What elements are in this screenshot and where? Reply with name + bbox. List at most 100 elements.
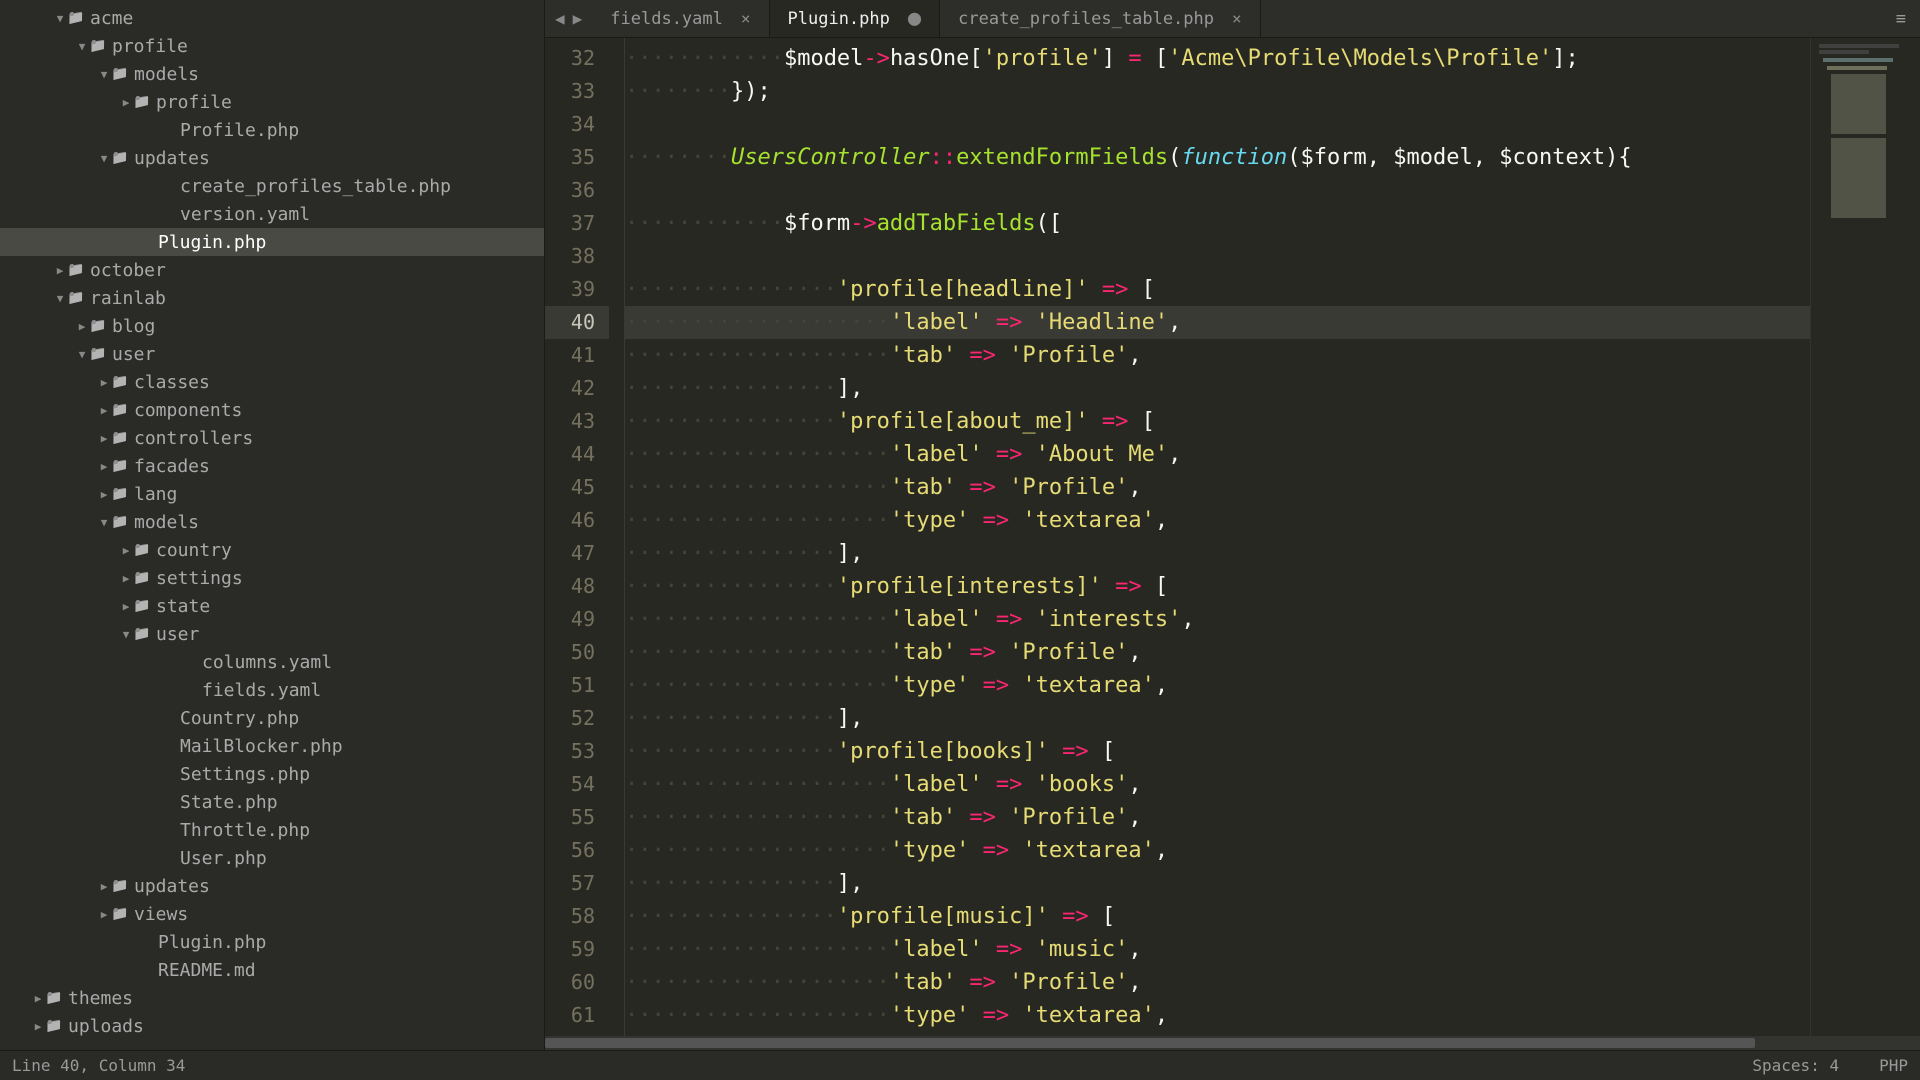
- line-number[interactable]: 45: [545, 471, 609, 504]
- code-line[interactable]: ····················'tab' => 'Profile',: [625, 966, 1810, 999]
- minimap[interactable]: [1810, 38, 1920, 1036]
- nav-back-icon[interactable]: ◀: [555, 9, 565, 28]
- code-line[interactable]: ····················'label' => 'music',: [625, 933, 1810, 966]
- code-line[interactable]: ····················'type' => 'textarea'…: [625, 834, 1810, 867]
- disclosure-arrow-icon[interactable]: ▼: [98, 516, 110, 529]
- line-number-gutter[interactable]: 3233343536373839404142434445464748495051…: [545, 38, 609, 1036]
- line-number[interactable]: 42: [545, 372, 609, 405]
- tree-file[interactable]: Profile.php: [0, 116, 544, 144]
- line-number[interactable]: 53: [545, 735, 609, 768]
- disclosure-arrow-icon[interactable]: ▶: [98, 908, 110, 921]
- code-line[interactable]: ····················'type' => 'textarea'…: [625, 669, 1810, 702]
- code-line[interactable]: ····················'label' => 'About Me…: [625, 438, 1810, 471]
- tree-file[interactable]: State.php: [0, 788, 544, 816]
- disclosure-arrow-icon[interactable]: ▶: [120, 600, 132, 613]
- disclosure-arrow-icon[interactable]: ▼: [76, 40, 88, 53]
- language-mode[interactable]: PHP: [1879, 1056, 1908, 1075]
- line-number[interactable]: 38: [545, 240, 609, 273]
- code-line[interactable]: ····················'label' => 'books',: [625, 768, 1810, 801]
- cursor-position[interactable]: Line 40, Column 34: [12, 1056, 185, 1075]
- code-line[interactable]: [625, 108, 1810, 141]
- tree-file[interactable]: columns.yaml: [0, 648, 544, 676]
- tree-folder[interactable]: ▶october: [0, 256, 544, 284]
- line-number[interactable]: 50: [545, 636, 609, 669]
- code-line[interactable]: ····················'tab' => 'Profile',: [625, 636, 1810, 669]
- code-line[interactable]: ················],: [625, 372, 1810, 405]
- disclosure-arrow-icon[interactable]: ▶: [32, 992, 44, 1005]
- tree-folder[interactable]: ▶views: [0, 900, 544, 928]
- tree-file[interactable]: User.php: [0, 844, 544, 872]
- code-line[interactable]: ········});: [625, 75, 1810, 108]
- tree-folder[interactable]: ▶updates: [0, 872, 544, 900]
- code-line[interactable]: [625, 174, 1810, 207]
- line-number[interactable]: 59: [545, 933, 609, 966]
- tree-file[interactable]: Plugin.php: [0, 928, 544, 956]
- code-line[interactable]: ················'profile[books]' => [: [625, 735, 1810, 768]
- tree-folder[interactable]: ▼rainlab: [0, 284, 544, 312]
- code-line[interactable]: ················'profile[interests]' => …: [625, 570, 1810, 603]
- tree-folder[interactable]: ▶themes: [0, 984, 544, 1012]
- line-number[interactable]: 43: [545, 405, 609, 438]
- line-number[interactable]: 37: [545, 207, 609, 240]
- code-line[interactable]: ················'profile[about_me]' => [: [625, 405, 1810, 438]
- code-line[interactable]: [625, 240, 1810, 273]
- editor-tab[interactable]: create_profiles_table.php×: [940, 0, 1261, 37]
- tree-file[interactable]: Country.php: [0, 704, 544, 732]
- line-number[interactable]: 44: [545, 438, 609, 471]
- code-line[interactable]: ················],: [625, 702, 1810, 735]
- tree-folder[interactable]: ▼user: [0, 340, 544, 368]
- tree-file[interactable]: Settings.php: [0, 760, 544, 788]
- disclosure-arrow-icon[interactable]: ▼: [98, 152, 110, 165]
- disclosure-arrow-icon[interactable]: ▶: [120, 572, 132, 585]
- line-number[interactable]: 46: [545, 504, 609, 537]
- line-number[interactable]: 47: [545, 537, 609, 570]
- line-number[interactable]: 41: [545, 339, 609, 372]
- tree-folder[interactable]: ▶country: [0, 536, 544, 564]
- line-number[interactable]: 52: [545, 702, 609, 735]
- code-line[interactable]: ····················'label' => 'interest…: [625, 603, 1810, 636]
- code-line[interactable]: ················],: [625, 867, 1810, 900]
- horizontal-scrollbar[interactable]: [545, 1036, 1920, 1050]
- line-number[interactable]: 61: [545, 999, 609, 1032]
- line-number[interactable]: 58: [545, 900, 609, 933]
- tree-folder[interactable]: ▼profile: [0, 32, 544, 60]
- tree-folder[interactable]: ▶blog: [0, 312, 544, 340]
- tree-folder[interactable]: ▶classes: [0, 368, 544, 396]
- disclosure-arrow-icon[interactable]: ▶: [98, 376, 110, 389]
- tree-file[interactable]: MailBlocker.php: [0, 732, 544, 760]
- disclosure-arrow-icon[interactable]: ▶: [54, 264, 66, 277]
- fold-column[interactable]: [609, 38, 625, 1036]
- line-number[interactable]: 32: [545, 42, 609, 75]
- line-number[interactable]: 49: [545, 603, 609, 636]
- tree-folder[interactable]: ▼models: [0, 60, 544, 88]
- line-number[interactable]: 34: [545, 108, 609, 141]
- tree-file[interactable]: Throttle.php: [0, 816, 544, 844]
- disclosure-arrow-icon[interactable]: ▼: [54, 12, 66, 25]
- disclosure-arrow-icon[interactable]: ▶: [120, 544, 132, 557]
- line-number[interactable]: 48: [545, 570, 609, 603]
- disclosure-arrow-icon[interactable]: ▶: [76, 320, 88, 333]
- tree-folder[interactable]: ▶profile: [0, 88, 544, 116]
- code-line[interactable]: ····················'tab' => 'Profile',: [625, 339, 1810, 372]
- tab-close-icon[interactable]: ×: [1232, 9, 1242, 28]
- tree-folder[interactable]: ▼updates: [0, 144, 544, 172]
- disclosure-arrow-icon[interactable]: ▶: [32, 1020, 44, 1033]
- disclosure-arrow-icon[interactable]: ▶: [98, 432, 110, 445]
- code-editor[interactable]: ············$model->hasOne['profile'] = …: [625, 38, 1810, 1036]
- disclosure-arrow-icon[interactable]: ▶: [98, 404, 110, 417]
- disclosure-arrow-icon[interactable]: ▶: [98, 460, 110, 473]
- tree-folder[interactable]: ▼models: [0, 508, 544, 536]
- scrollbar-thumb[interactable]: [545, 1038, 1755, 1048]
- tree-folder[interactable]: ▼acme: [0, 4, 544, 32]
- line-number[interactable]: 40: [545, 306, 609, 339]
- code-line[interactable]: ····················'type' => 'textarea'…: [625, 504, 1810, 537]
- tree-file[interactable]: README.md: [0, 956, 544, 984]
- indent-setting[interactable]: Spaces: 4: [1752, 1056, 1839, 1075]
- tree-file[interactable]: create_profiles_table.php: [0, 172, 544, 200]
- tree-folder[interactable]: ▶facades: [0, 452, 544, 480]
- nav-forward-icon[interactable]: ▶: [573, 9, 583, 28]
- disclosure-arrow-icon[interactable]: ▼: [54, 292, 66, 305]
- disclosure-arrow-icon[interactable]: ▶: [98, 488, 110, 501]
- tree-file[interactable]: Plugin.php: [0, 228, 544, 256]
- disclosure-arrow-icon[interactable]: ▶: [98, 880, 110, 893]
